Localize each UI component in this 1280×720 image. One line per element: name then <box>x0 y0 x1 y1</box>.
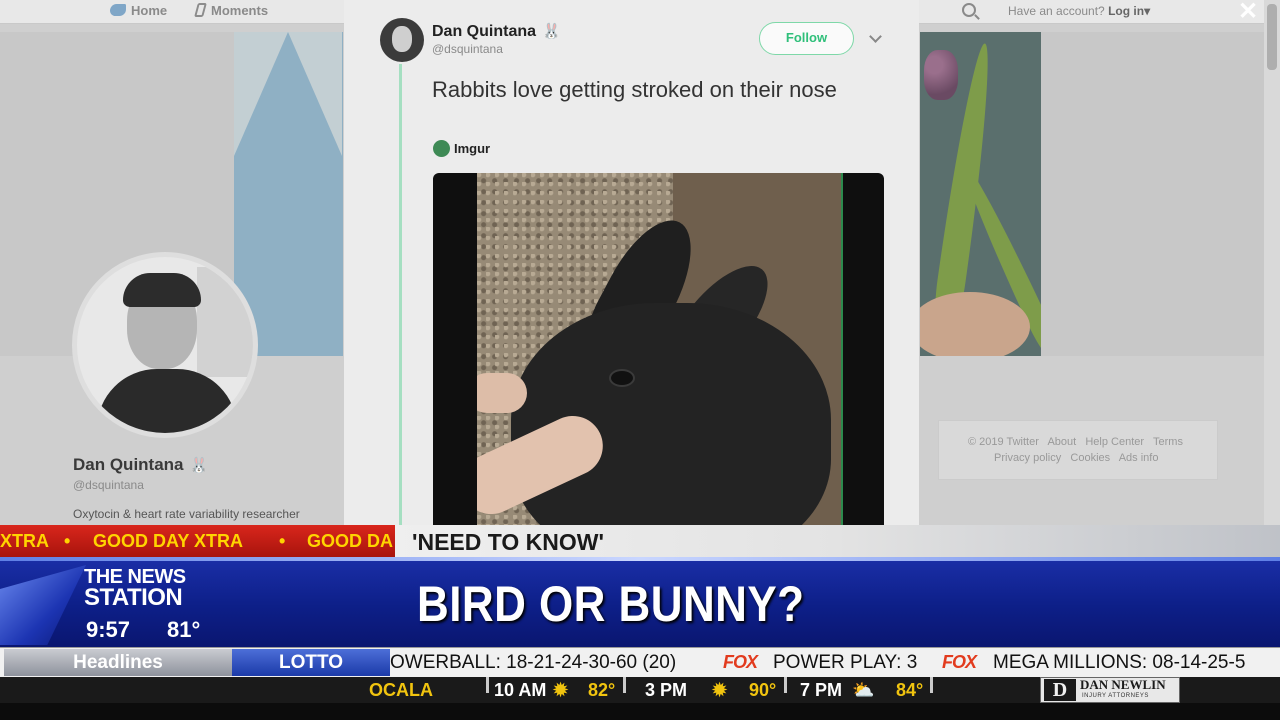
follow-button[interactable]: Follow <box>759 22 854 55</box>
tweet-author-name[interactable]: Dan Quintana 🐰 <box>432 22 561 41</box>
hand-thumb <box>477 373 527 413</box>
media-progress-edge <box>841 173 843 533</box>
chevron-down-icon: ▾ <box>1144 4 1151 18</box>
sponsor-name: DAN NEWLIN <box>1080 677 1166 692</box>
profile-avatar[interactable] <box>72 252 258 438</box>
rabbit-emoji-icon: 🐰 <box>542 23 561 40</box>
moments-bolt-icon <box>194 3 207 17</box>
fox-logo-icon: FOX <box>723 652 758 672</box>
login-link[interactable]: Log in▾ <box>1108 4 1150 18</box>
profile-name-text: Dan Quintana <box>73 455 184 474</box>
clock: 9:57 <box>86 617 131 642</box>
tweet-author-name-text: Dan Quintana <box>432 23 537 40</box>
banner-art-right <box>920 32 1041 356</box>
section-label: 'NEED TO KNOW' <box>412 529 604 555</box>
lotto-powerball: OWERBALL: 18-21-24-30-60 (20) <box>390 652 677 673</box>
lotto-power-play: POWER PLAY: 3 <box>773 652 918 673</box>
forecast-time: 10 AM <box>494 680 547 700</box>
lotto-mega-millions: MEGA MILLIONS: 08-14-25-5 <box>993 652 1246 673</box>
profile-handle[interactable]: @dsquintana <box>73 478 144 492</box>
account-prompt: Have an account? Log in▾ <box>1008 4 1150 18</box>
scrollbar[interactable] <box>1264 0 1280 560</box>
temperature: 81° <box>167 617 201 642</box>
crawl-item: GOOD DA <box>307 531 394 551</box>
headline-bar-highlight <box>0 557 1280 561</box>
login-label: Log in <box>1108 4 1145 18</box>
video-frame: Home Moments Have an account? Log in▾ ✕ … <box>0 0 1280 720</box>
sun-icon: ✹ <box>712 680 728 700</box>
profile-name[interactable]: Dan Quintana 🐰 <box>73 455 208 475</box>
forecast-time: 7 PM <box>800 680 843 700</box>
tweet-source-label: Imgur <box>454 141 491 156</box>
imgur-logo-icon <box>433 140 450 157</box>
station-name-line2: STATION <box>84 584 183 611</box>
tweet-text: Rabbits love getting stroked on their no… <box>432 77 837 102</box>
footer-links-row1[interactable]: © 2019 Twitter About Help Center Terms <box>968 436 1183 448</box>
nav-home-link[interactable]: Home <box>110 3 167 18</box>
bottom-letterbox <box>0 703 1280 720</box>
tweet-media[interactable] <box>433 173 884 533</box>
forecast-time: 3 PM <box>645 680 688 700</box>
nav-home-label: Home <box>131 3 168 18</box>
scrollbar-thumb[interactable] <box>1267 4 1277 70</box>
ticker-tab-lotto: LOTTO <box>232 649 390 676</box>
headline: BIRD OR BUNNY? <box>417 576 805 632</box>
rabbit-eye <box>609 369 635 387</box>
sponsor-initial: D <box>1044 679 1076 701</box>
search-icon[interactable] <box>962 3 976 17</box>
sponsor-subtitle: INJURY ATTORNEYS <box>1082 693 1149 699</box>
rabbit-photo <box>477 173 843 533</box>
tweet-author-avatar[interactable] <box>380 18 424 62</box>
promo-crawl: XTRA • GOOD DAY XTRA • GOOD DA <box>0 525 400 557</box>
footer-links-row2[interactable]: Privacy policy Cookies Ads info <box>994 452 1158 464</box>
footer-panel <box>938 420 1218 480</box>
banner-right-blank <box>1041 32 1264 356</box>
tweet-source-link[interactable]: Imgur <box>433 140 490 157</box>
lotto-ticker: OWERBALL: 18-21-24-30-60 (20) FOX POWER … <box>390 649 1280 676</box>
crawl-item: XTRA <box>0 531 49 551</box>
crawl-separator: • <box>279 531 286 551</box>
profile-bio: Oxytocin & heart rate variability resear… <box>73 507 300 521</box>
nav-moments-link[interactable]: Moments <box>194 3 269 18</box>
twitter-bird-icon <box>110 4 126 16</box>
forecast-temp: 82° <box>588 680 616 700</box>
ticker-tab-headlines: Headlines <box>4 649 232 676</box>
rabbit-emoji-icon: 🐰 <box>189 457 209 474</box>
avatar-shirt <box>97 369 237 433</box>
crawl-separator: • <box>64 531 71 551</box>
crawl-item: GOOD DAY XTRA <box>93 531 244 551</box>
thread-line <box>399 64 402 534</box>
avatar-background-shelf <box>197 267 253 377</box>
fox-logo-icon: FOX <box>942 652 977 672</box>
forecast-temp: 84° <box>896 680 924 700</box>
tweet-author-handle[interactable]: @dsquintana <box>432 42 503 56</box>
weather-city: OCALA <box>369 680 433 700</box>
avatar-hair <box>123 273 201 307</box>
weather-ticker: OCALA 10 AM ✹ 82° 3 PM ✹ 90° 7 PM ⛅ 84° <box>0 677 940 703</box>
nav-moments-label: Moments <box>211 3 269 18</box>
partly-cloudy-icon: ⛅ <box>852 680 875 700</box>
sun-icon: ✹ <box>553 680 569 700</box>
close-icon[interactable]: ✕ <box>1238 0 1258 24</box>
banner-art-triangle <box>234 32 342 156</box>
forecast-temp: 90° <box>749 680 777 700</box>
tweet-avatar-face <box>392 26 412 52</box>
account-prompt-text: Have an account? <box>1008 4 1105 18</box>
